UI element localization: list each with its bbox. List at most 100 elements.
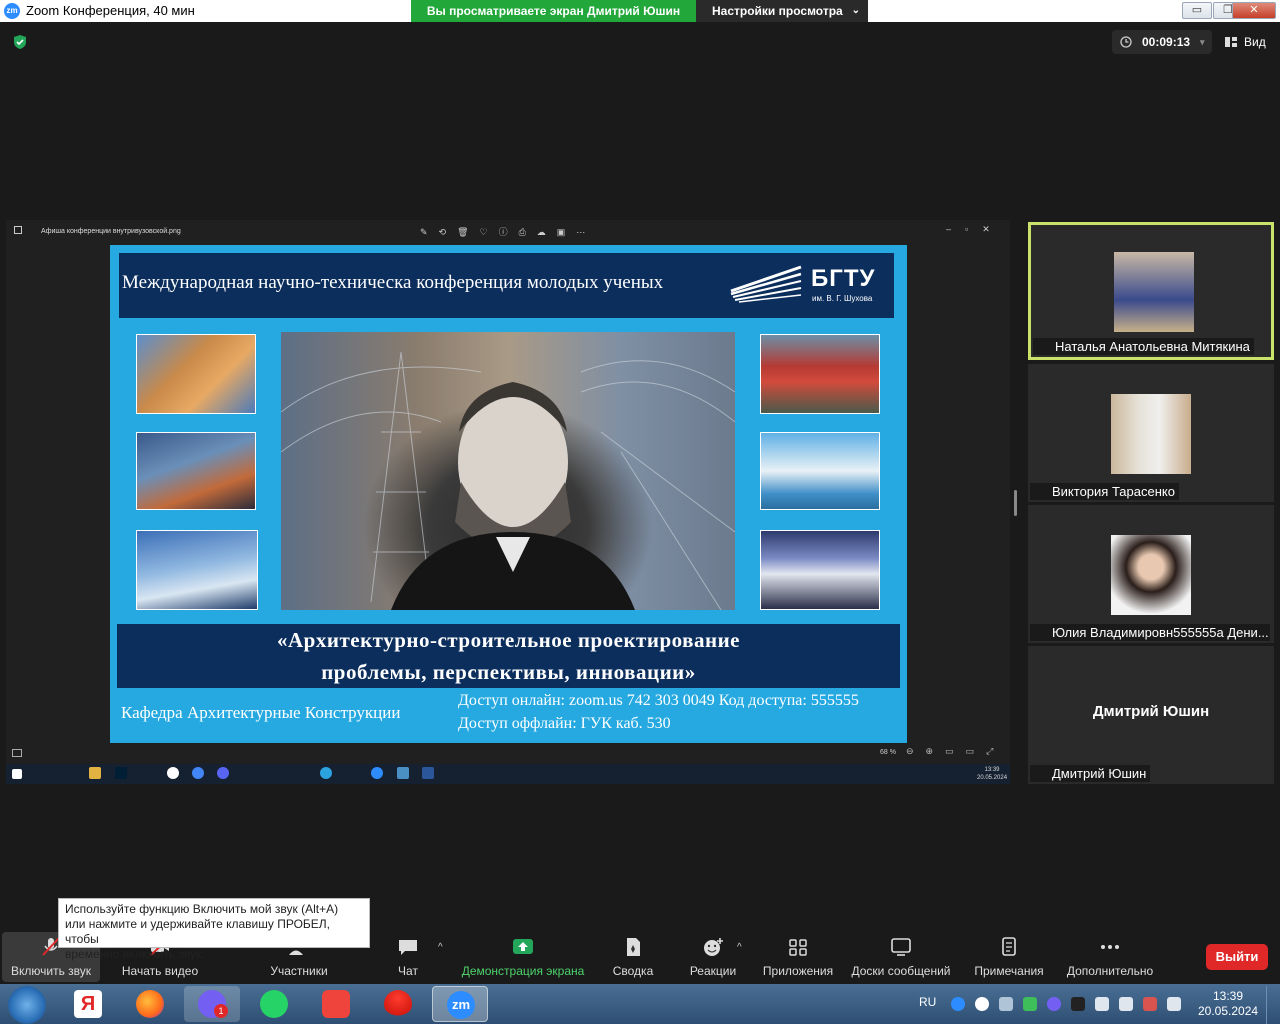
participants-label: Участники [270, 964, 328, 978]
tray-language[interactable]: RU [919, 995, 936, 1009]
summary-button[interactable]: Сводка [606, 932, 660, 982]
poster-access-offline: Доступ оффлайн: ГУК каб. 530 [458, 715, 671, 732]
viber-badge: 1 [214, 1004, 228, 1018]
poster-access-online: Доступ онлайн: zoom.us 742 303 0049 Код … [458, 692, 859, 709]
share-screen-label: Демонстрация экрана [461, 964, 585, 978]
grid-view-icon [1225, 37, 1237, 47]
tray-sync-icon[interactable] [999, 997, 1013, 1011]
reactions-label: Реакции [689, 964, 737, 978]
meeting-timer[interactable]: 00:09:13 ▾ [1112, 30, 1212, 54]
poster-image-curved-building [136, 432, 256, 510]
view-button[interactable]: Вид [1222, 30, 1276, 54]
bgtu-logo-icon [730, 265, 802, 303]
tray-zoom-icon[interactable] [951, 997, 965, 1011]
apps-button[interactable]: Приложения [758, 932, 838, 982]
image-viewer-bar: Афиша конференции внутривузовской.png ✎⟲… [6, 222, 1010, 242]
poster-image-red-building [760, 334, 880, 414]
firefox-icon [136, 990, 164, 1018]
notes-label: Примечания [974, 964, 1044, 978]
shared-clock-date: 20.05.2024 [977, 775, 1008, 781]
tooltip-line: Используйте функцию Включить мой звук (A… [65, 902, 339, 916]
participant-tile[interactable]: Дмитрий Юшин Дмитрий Юшин [1028, 646, 1274, 784]
participant-name: Виктория Тарасенко [1030, 483, 1179, 500]
close-window-button[interactable]: ✕ [1232, 2, 1276, 19]
shared-telegram-icon [320, 767, 332, 779]
taskbar-whatsapp[interactable] [246, 986, 302, 1022]
leave-button[interactable]: Выйти [1206, 944, 1268, 970]
notes-button[interactable]: Примечания [970, 932, 1048, 982]
zoom-app-icon: zm [447, 991, 475, 1019]
shared-chrome-icon [192, 767, 204, 779]
poster-university-sub: им. В. Г. Шухова [812, 294, 873, 303]
tray-time: 13:39 [1212, 989, 1244, 1003]
taskbar-viber[interactable]: 1 [184, 986, 240, 1022]
show-desktop-button[interactable] [1266, 986, 1280, 1024]
tray-security-icon[interactable] [1023, 997, 1037, 1011]
reactions-button[interactable]: Реакции [684, 932, 742, 982]
share-screen-button[interactable]: Демонстрация экрана [458, 932, 588, 982]
anydesk-icon [322, 990, 350, 1018]
chevron-down-icon: ⌄ [851, 5, 860, 16]
window-title: Zoom Конференция, 40 мин [26, 3, 195, 18]
chat-button[interactable]: Чат [384, 932, 432, 982]
poster-university: БГТУ [811, 265, 876, 292]
yandex-browser-icon: Я [74, 990, 102, 1018]
zoom-logo-icon: zm [4, 3, 20, 19]
view-options-label: Настройки просмотра [712, 4, 843, 18]
taskbar-umbrella-app[interactable] [370, 986, 426, 1022]
shared-folder-icon [89, 767, 101, 779]
view-label: Вид [1244, 35, 1266, 49]
chat-icon [399, 940, 417, 955]
unmute-label: Включить звук [10, 964, 92, 978]
start-button-icon[interactable] [8, 986, 46, 1024]
shared-clock-time: 13:39 [984, 767, 1000, 773]
viewer-zoom-controls-icon[interactable]: ⊖⊕▭▭⤢ [906, 746, 1005, 757]
reactions-icon [704, 938, 723, 956]
view-options-dropdown[interactable]: Настройки просмотра ⌄ [696, 0, 868, 22]
whiteboards-button[interactable]: Доски сообщений [846, 932, 956, 982]
poster-department: Кафедра Архитектурные Конструкции [121, 703, 401, 722]
timer-value: 00:09:13 [1142, 35, 1191, 49]
tray-flag-icon[interactable] [1167, 997, 1181, 1011]
participant-name: Наталья Анатольевна Митякина [1033, 338, 1254, 355]
shared-clock: 13:39 20.05.2024 [977, 766, 1007, 782]
tray-app-icon[interactable] [1071, 997, 1085, 1011]
more-button[interactable]: Дополнительно [1062, 932, 1158, 982]
tray-clock[interactable]: 13:39 20.05.2024 [1198, 989, 1258, 1019]
panel-resize-handle[interactable] [1014, 490, 1017, 516]
tooltip-line: или нажмите и удерживайте клавишу ПРОБЕЛ… [65, 917, 330, 946]
shared-discord-icon [217, 767, 229, 779]
shared-start-icon [12, 769, 22, 779]
participant-tile[interactable]: Наталья Анатольевна Митякина [1028, 222, 1274, 360]
notes-icon [1002, 937, 1016, 956]
clock-icon [1120, 36, 1132, 48]
viewer-icon [14, 226, 22, 234]
whiteboards-label: Доски сообщений [851, 964, 951, 978]
participant-tile[interactable]: Виктория Тарасенко [1028, 364, 1274, 502]
chat-options-caret-icon[interactable]: ^ [438, 942, 443, 953]
security-shield-icon[interactable] [12, 34, 28, 50]
minimize-button[interactable]: ▭ [1182, 2, 1212, 19]
taskbar-zoom[interactable]: zm [432, 986, 488, 1022]
tray-app2-icon[interactable] [1143, 997, 1157, 1011]
poster-image-shukhov-portrait [280, 332, 736, 611]
participant-tile[interactable]: Юлия Владимировн555555а Дени... [1028, 505, 1274, 643]
start-video-label: Начать видео [121, 964, 199, 978]
taskbar-yandex[interactable]: Я [60, 986, 116, 1022]
shared-app-icon [397, 767, 409, 779]
whatsapp-icon [260, 990, 288, 1018]
tray-yandex-icon[interactable] [975, 997, 989, 1011]
timer-chevron-icon: ▾ [1200, 37, 1205, 47]
poster-header: Международная научно-техническа конферен… [119, 253, 894, 318]
tray-volume-icon[interactable] [1095, 997, 1109, 1011]
tray-viber-icon[interactable] [1047, 997, 1061, 1011]
share-screen-icon [513, 939, 533, 954]
viewer-filmstrip-icon[interactable] [12, 749, 22, 757]
viewer-file-name: Афиша конференции внутривузовской.png [41, 228, 181, 235]
taskbar-anydesk[interactable] [308, 986, 364, 1022]
reactions-options-caret-icon[interactable]: ^ [737, 942, 742, 953]
participant-photo [1114, 252, 1194, 332]
more-label: Дополнительно [1066, 964, 1154, 978]
taskbar-firefox[interactable] [122, 986, 178, 1022]
tray-network-icon[interactable] [1119, 997, 1133, 1011]
